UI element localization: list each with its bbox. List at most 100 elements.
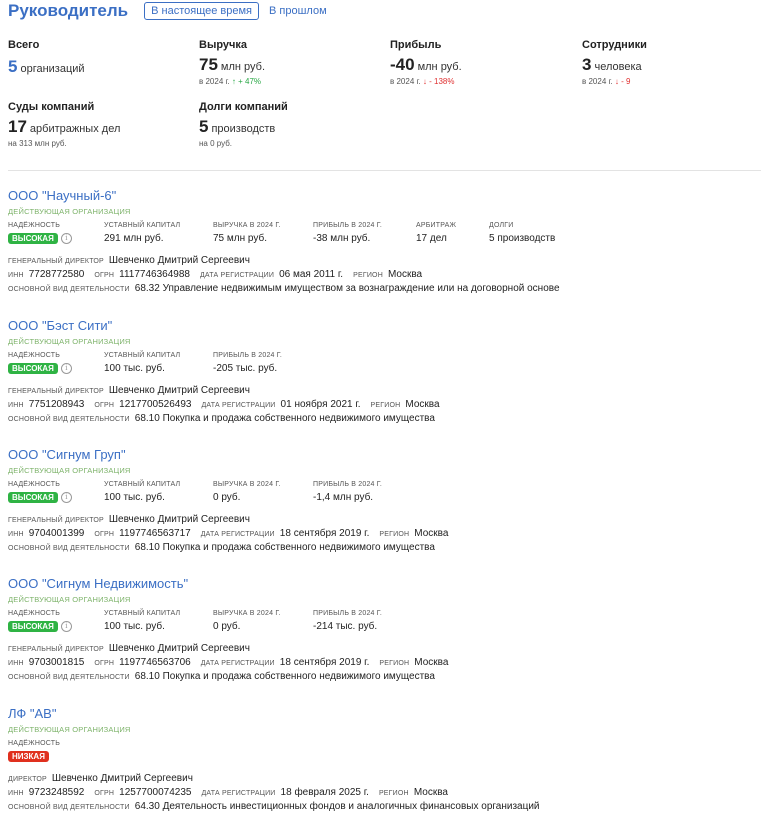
org-status: ДЕЙСТВУЮЩАЯ ОРГАНИЗАЦИЯ: [8, 337, 131, 346]
activity-line: ОСНОВНОЙ ВИД ДЕЯТЕЛЬНОСТИ 68.32 Управлени…: [8, 283, 758, 294]
field-label: ГЕНЕРАЛЬНЫЙ ДИРЕКТОР: [8, 517, 104, 524]
activity-line: ОСНОВНОЙ ВИД ДЕЯТЕЛЬНОСТИ 68.10 Покупка и…: [8, 542, 758, 553]
stat-label: Сотрудники: [582, 39, 647, 51]
region-value: Москва: [414, 528, 449, 539]
stat-label: Всего: [8, 39, 40, 51]
stat-unit: арбитражных дел: [29, 123, 121, 135]
region-value: Москва: [414, 657, 449, 668]
stat-number: 75: [199, 55, 218, 74]
stat-courts: Суды компаний 17 арбитражных дел на 313 м…: [8, 101, 120, 148]
org-name[interactable]: ООО "Сигнум Недвижимость": [8, 576, 758, 591]
org-name[interactable]: ООО "Бэст Сити": [8, 318, 758, 333]
org-status: ДЕЙСТВУЮЩАЯ ОРГАНИЗАЦИЯ: [8, 595, 131, 604]
metric-label: ВЫРУЧКА В 2024 Г.: [213, 222, 281, 229]
reg-date-value: 18 сентября 2019 г.: [279, 657, 370, 668]
reg-line: ИНН 7728772580 ОГРН 1117746364988 ДАТА РЕГИС…: [8, 269, 758, 280]
metric-value: 5 производств: [489, 233, 556, 244]
director-name[interactable]: Шевченко Дмитрий Сергеевич: [109, 385, 250, 396]
director-name[interactable]: Шевченко Дмитрий Сергеевич: [109, 643, 250, 654]
field-label: ИНН: [8, 272, 24, 279]
tab-current[interactable]: В настоящее время: [144, 2, 260, 20]
metric-label: ПРИБЫЛЬ В 2024 Г.: [313, 610, 383, 617]
metric-label: ДОЛГИ: [489, 222, 514, 229]
director-name[interactable]: Шевченко Дмитрий Сергеевич: [109, 255, 250, 266]
org-card: ООО "Бэст Сити" ДЕЙСТВУЮЩАЯ ОРГАНИЗАЦИЯ …: [8, 318, 758, 424]
metric-label: ПРИБЫЛЬ В 2024 Г.: [313, 222, 383, 229]
field-label: ОГРН: [94, 790, 115, 797]
metric-label: ВЫРУЧКА В 2024 Г.: [213, 481, 281, 488]
org-card: ЛФ "АВ" ДЕЙСТВУЮЩАЯ ОРГАНИЗАЦИЯ НАДЁЖНОС…: [8, 706, 758, 812]
tab-past[interactable]: В прошлом: [269, 5, 327, 17]
info-icon[interactable]: i: [60, 233, 72, 244]
stat-number[interactable]: 5: [8, 57, 17, 76]
reg-date-value: 18 февраля 2025 г.: [280, 787, 369, 798]
metric-label: УСТАВНЫЙ КАПИТАЛ: [104, 222, 181, 229]
metric-label: ПРИБЫЛЬ В 2024 Г.: [313, 481, 383, 488]
stat-sub-prefix: в 2024 г.: [582, 77, 613, 86]
metric-value: 75 млн руб.: [213, 233, 267, 244]
stat-sub: на 0 руб.: [199, 139, 233, 148]
field-label: ДАТА РЕГИСТРАЦИИ: [201, 790, 276, 797]
activity-line: ОСНОВНОЙ ВИД ДЕЯТЕЛЬНОСТИ 64.30 Деятельно…: [8, 801, 758, 812]
inn-value: 9703001815: [28, 657, 85, 668]
inn-value: 7728772580: [28, 269, 85, 280]
org-status: ДЕЙСТВУЮЩАЯ ОРГАНИЗАЦИЯ: [8, 207, 131, 216]
metric-value: -1,4 млн руб.: [313, 492, 374, 503]
field-label: ДАТА РЕГИСТРАЦИИ: [200, 660, 275, 667]
field-label: ИНН: [8, 531, 24, 538]
activity-value: 68.10 Покупка и продажа собственного нед…: [134, 671, 435, 682]
stat-total: Всего 5 организаций: [8, 39, 85, 77]
region-value: Москва: [413, 787, 448, 798]
field-label: ДАТА РЕГИСТРАЦИИ: [201, 402, 276, 409]
stat-unit: млн руб.: [220, 61, 266, 73]
director-name[interactable]: Шевченко Дмитрий Сергеевич: [109, 514, 250, 525]
org-status: ДЕЙСТВУЮЩАЯ ОРГАНИЗАЦИЯ: [8, 466, 131, 475]
metric-label: АРБИТРАЖ: [416, 222, 457, 229]
field-label: ИНН: [8, 660, 24, 667]
info-icon[interactable]: i: [60, 363, 72, 374]
director-line: ДИРЕКТОР Шевченко Дмитрий Сергеевич: [8, 773, 758, 784]
metric-label: НАДЁЖНОСТЬ: [8, 740, 61, 747]
metric-value: 17 дел: [416, 233, 447, 244]
trend-down: ↓ - 138%: [422, 77, 455, 86]
stat-label: Прибыль: [390, 39, 442, 51]
metric-label: НАДЁЖНОСТЬ: [8, 610, 61, 617]
stat-label: Долги компаний: [199, 101, 288, 113]
metric-label: НАДЁЖНОСТЬ: [8, 481, 61, 488]
org-name[interactable]: ООО "Научный-6": [8, 188, 758, 203]
field-label: ИНН: [8, 402, 24, 409]
stat-number: 5: [199, 117, 209, 136]
field-label: РЕГИОН: [379, 531, 410, 538]
metric-value: 100 тыс. руб.: [104, 363, 165, 374]
stat-sub: на 313 млн руб.: [8, 139, 67, 148]
metric-value: -214 тыс. руб.: [313, 621, 378, 632]
metric-value: 0 руб.: [213, 621, 241, 632]
reliability-badge: ВЫСОКАЯ: [8, 492, 58, 503]
ogrn-value: 1197746563706: [119, 657, 191, 668]
director-name[interactable]: Шевченко Дмитрий Сергеевич: [52, 773, 193, 784]
stat-sub: в 2024 г. ↓ - 138%: [390, 77, 462, 86]
org-name[interactable]: ООО "Сигнум Груп": [8, 447, 758, 462]
metric-value: 100 тыс. руб.: [104, 492, 165, 503]
org-name[interactable]: ЛФ "АВ": [8, 706, 758, 721]
stat-label: Суды компаний: [8, 101, 95, 113]
field-label: ОСНОВНОЙ ВИД ДЕЯТЕЛЬНОСТИ: [8, 545, 130, 552]
reg-date-value: 18 сентября 2019 г.: [279, 528, 370, 539]
field-label: РЕГИОН: [353, 272, 383, 279]
field-label: РЕГИОН: [379, 660, 410, 667]
inn-value: 9723248592: [28, 787, 85, 798]
info-icon[interactable]: i: [60, 492, 72, 503]
metric-value: 0 руб.: [213, 492, 241, 503]
stat-sub-prefix: в 2024 г.: [390, 77, 421, 86]
info-icon[interactable]: i: [60, 621, 72, 632]
reg-date-value: 06 мая 2011 г.: [279, 269, 344, 280]
metric-label: УСТАВНЫЙ КАПИТАЛ: [104, 352, 181, 359]
ogrn-value: 1257700074235: [119, 787, 192, 798]
region-value: Москва: [387, 269, 423, 280]
ogrn-value: 1117746364988: [119, 269, 190, 280]
page-title: Руководитель: [8, 1, 129, 20]
trend-down: ↓ - 9: [614, 77, 631, 86]
field-label: ОГРН: [94, 272, 115, 279]
stat-profit: Прибыль -40 млн руб. в 2024 г. ↓ - 138%: [390, 39, 462, 86]
ogrn-value: 1217700526493: [119, 399, 192, 410]
